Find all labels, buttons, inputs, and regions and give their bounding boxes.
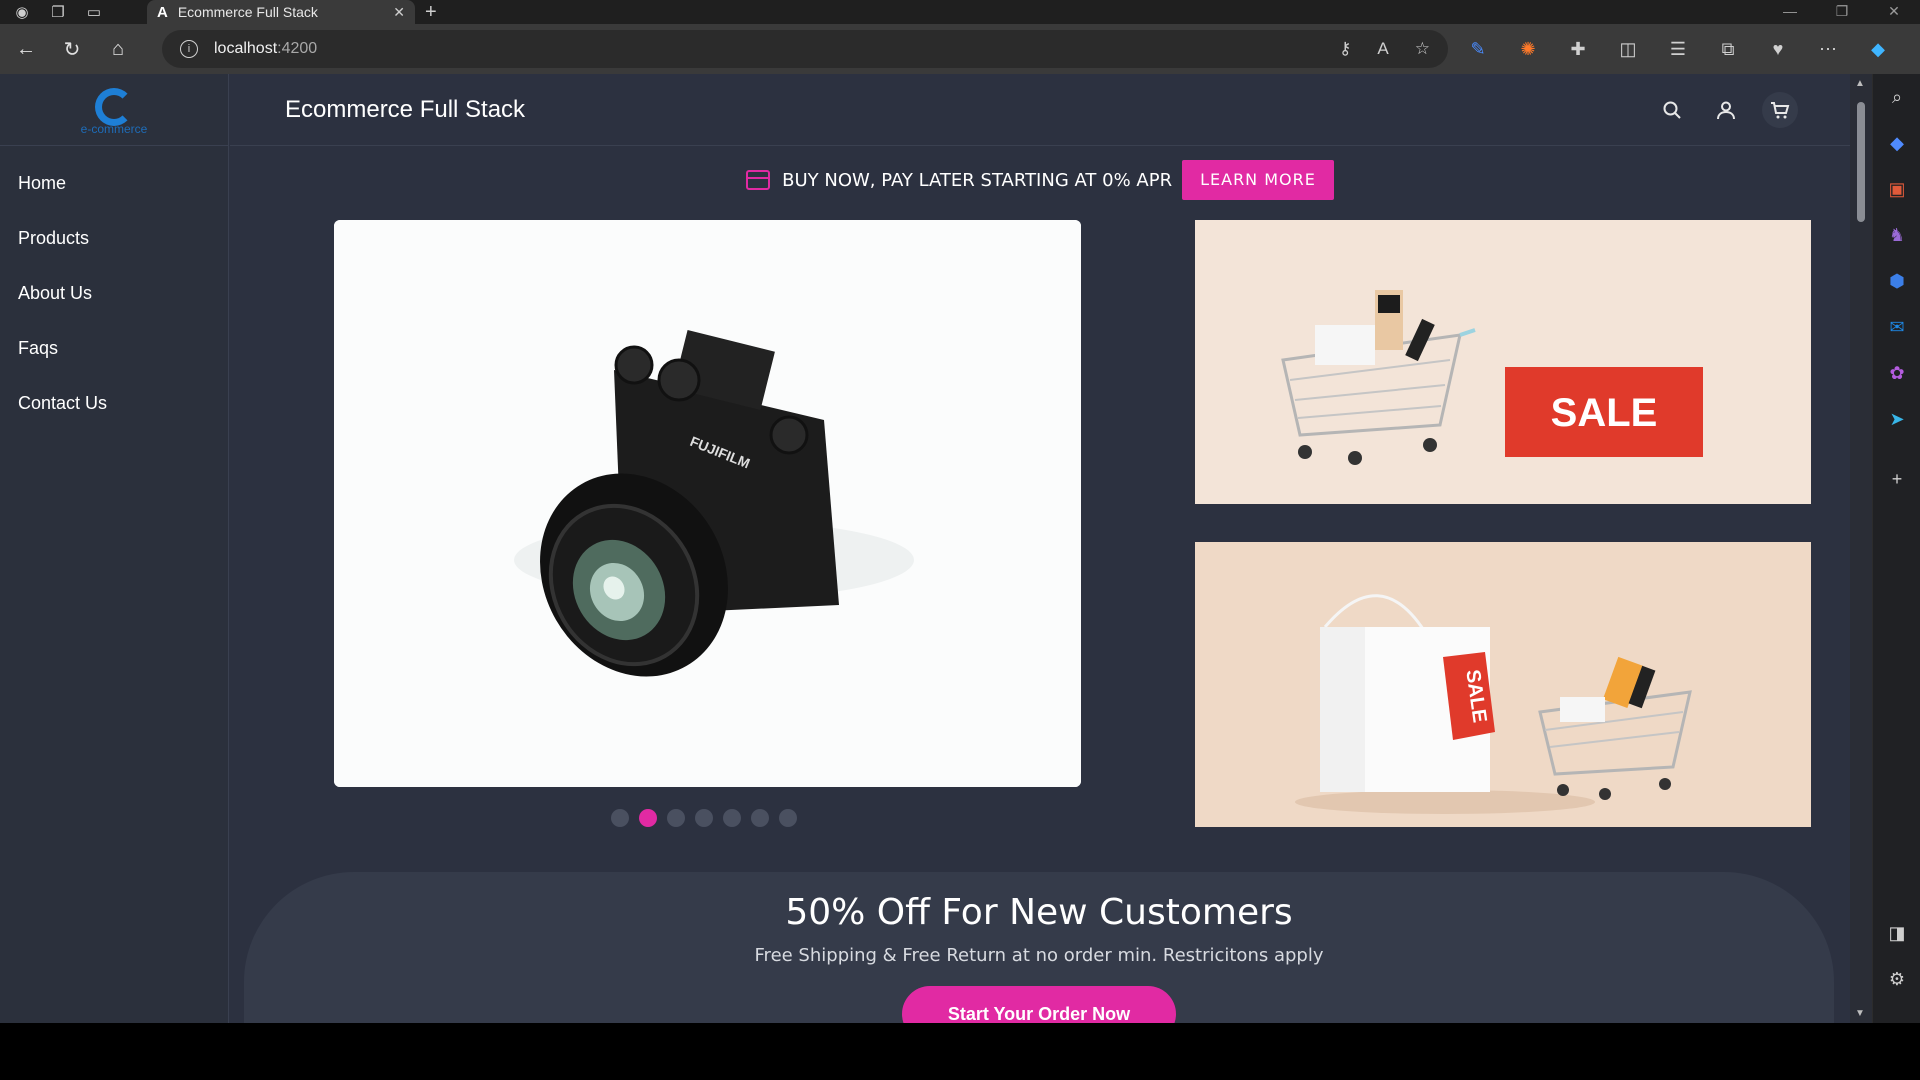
tab-actions-icon[interactable]: ▭ — [80, 0, 108, 24]
learn-more-button[interactable]: LEARN MORE — [1182, 160, 1334, 200]
carousel-dot[interactable] — [611, 809, 629, 827]
browser-window: ◉ ❐ ▭ A Ecommerce Full Stack ✕ + — ❐ ✕ ←… — [0, 0, 1920, 1023]
home-icon[interactable]: ⌂ — [98, 29, 138, 69]
web-page: e-commerce Home Products About Us Faqs C… — [0, 74, 1850, 1023]
favorites-icon[interactable]: ☰ — [1662, 36, 1694, 62]
active-tab[interactable]: A Ecommerce Full Stack ✕ — [147, 0, 415, 24]
back-icon[interactable]: ← — [6, 29, 46, 69]
sidebar-settings-icon[interactable]: ⚙ — [1873, 956, 1920, 1002]
page-title: Ecommerce Full Stack — [285, 95, 526, 123]
bag-sale-image: SALE — [1195, 542, 1811, 827]
sidebar-hide-icon[interactable]: ◨ — [1873, 910, 1920, 956]
offer-subtext: Free Shipping & Free Return at no order … — [754, 945, 1324, 966]
close-tab-icon[interactable]: ✕ — [393, 4, 405, 21]
scroll-up-icon[interactable]: ▲ — [1855, 78, 1865, 89]
read-aloud-icon[interactable]: A — [1377, 39, 1388, 59]
carousel-dot[interactable] — [695, 809, 713, 827]
extensions-puzzle-icon[interactable]: ✚ — [1562, 36, 1594, 62]
nav-contact-us[interactable]: Contact Us — [0, 376, 228, 431]
sidebar-add-icon[interactable]: + — [1873, 456, 1920, 502]
workspaces-icon[interactable]: ❐ — [44, 0, 72, 24]
promo-bar: BUY NOW, PAY LATER STARTING AT 0% APR LE… — [230, 160, 1850, 200]
cart-icon[interactable] — [1762, 92, 1798, 128]
promo-text: BUY NOW, PAY LATER STARTING AT 0% APR — [782, 169, 1173, 191]
nav-faqs[interactable]: Faqs — [0, 321, 228, 376]
tab-title: Ecommerce Full Stack — [177, 4, 318, 20]
favorite-star-icon[interactable]: ☆ — [1415, 39, 1430, 59]
nav-products[interactable]: Products — [0, 211, 228, 266]
camera-image: FUJIFILM — [334, 220, 1081, 787]
carousel-slide-camera[interactable]: FUJIFILM — [334, 220, 1081, 787]
site-info-icon[interactable]: i — [180, 40, 198, 58]
refresh-icon[interactable]: ↻ — [52, 29, 92, 69]
sale-banner-text: SALE — [1551, 391, 1658, 435]
browser-toolbar: ← ↻ ⌂ i localhost:4200 ⚷ A ☆ ✎ ✺ ✚ ◫ ☰ ⧉… — [0, 24, 1920, 74]
minimize-icon[interactable]: — — [1764, 0, 1816, 24]
carousel-dot-active[interactable] — [639, 809, 657, 827]
split-screen-icon[interactable]: ◫ — [1612, 36, 1644, 62]
scroll-thumb[interactable] — [1857, 102, 1865, 222]
nav-about-us[interactable]: About Us — [0, 266, 228, 321]
angular-favicon-icon: A — [157, 3, 168, 21]
gift-icon — [746, 170, 771, 190]
password-key-icon[interactable]: ⚷ — [1339, 39, 1351, 59]
window-controls: — ❐ ✕ — [1764, 0, 1920, 24]
window-close-icon[interactable]: ✕ — [1868, 0, 1920, 24]
sidebar-search-icon[interactable]: ⌕ — [1873, 74, 1920, 120]
profile-icon[interactable]: ◉ — [8, 0, 36, 24]
logo-e-icon — [95, 87, 133, 126]
sale-banner-cart[interactable]: SALE — [1195, 220, 1811, 504]
copilot-icon[interactable]: ◆ — [1862, 36, 1894, 62]
cart-sale-image: SALE — [1195, 220, 1811, 504]
start-order-button[interactable]: Start Your Order Now — [902, 986, 1176, 1023]
logo-wordmark: e-commerce — [80, 121, 148, 136]
site-sidebar: e-commerce Home Products About Us Faqs C… — [0, 74, 229, 1023]
extension-pen-icon[interactable]: ✎ — [1462, 36, 1494, 62]
sidebar-outlook-icon[interactable]: ✉ — [1873, 304, 1920, 350]
site-nav: Home Products About Us Faqs Contact Us — [0, 146, 228, 431]
browser-essentials-icon[interactable]: ♥ — [1762, 36, 1794, 62]
sidebar-designer-icon[interactable]: ✿ — [1873, 350, 1920, 396]
page-scrollbar[interactable]: ▲ ▼ — [1850, 74, 1872, 1023]
collections-icon[interactable]: ⧉ — [1712, 36, 1744, 62]
sidebar-tools-icon[interactable]: ▣ — [1873, 166, 1920, 212]
restore-icon[interactable]: ❐ — [1816, 0, 1868, 24]
sidebar-games-icon[interactable]: ♞ — [1873, 212, 1920, 258]
carousel-dots — [611, 809, 797, 827]
edge-sidebar: ⌕ ◆ ▣ ♞ ⬢ ✉ ✿ ➤ + ◨ ⚙ — [1872, 74, 1920, 1023]
extension-orange-icon[interactable]: ✺ — [1512, 36, 1544, 62]
scroll-down-icon[interactable]: ▼ — [1855, 1008, 1865, 1019]
new-tab-icon[interactable]: + — [425, 0, 437, 24]
tab-strip: ◉ ❐ ▭ A Ecommerce Full Stack ✕ + — ❐ ✕ — [0, 0, 1920, 24]
carousel-dot[interactable] — [723, 809, 741, 827]
address-bar[interactable]: i localhost:4200 ⚷ A ☆ — [162, 30, 1448, 68]
sidebar-copilot-icon[interactable]: ⬢ — [1873, 258, 1920, 304]
site-header: Ecommerce Full Stack — [230, 74, 1850, 146]
offer-heading: 50% Off For New Customers — [785, 892, 1293, 933]
nav-home[interactable]: Home — [0, 156, 228, 211]
carousel-dot[interactable] — [667, 809, 685, 827]
sidebar-send-icon[interactable]: ➤ — [1873, 396, 1920, 442]
more-menu-icon[interactable]: ⋯ — [1812, 36, 1844, 62]
carousel-dot[interactable] — [751, 809, 769, 827]
carousel-dot[interactable] — [779, 809, 797, 827]
new-customer-offer: 50% Off For New Customers Free Shipping … — [244, 872, 1834, 1023]
sale-banner-bag[interactable]: SALE — [1195, 542, 1811, 827]
user-icon[interactable] — [1708, 92, 1744, 128]
sidebar-shopping-icon[interactable]: ◆ — [1873, 120, 1920, 166]
site-logo[interactable]: e-commerce — [0, 74, 228, 146]
search-icon[interactable] — [1654, 92, 1690, 128]
url-text[interactable]: localhost:4200 — [214, 40, 317, 58]
